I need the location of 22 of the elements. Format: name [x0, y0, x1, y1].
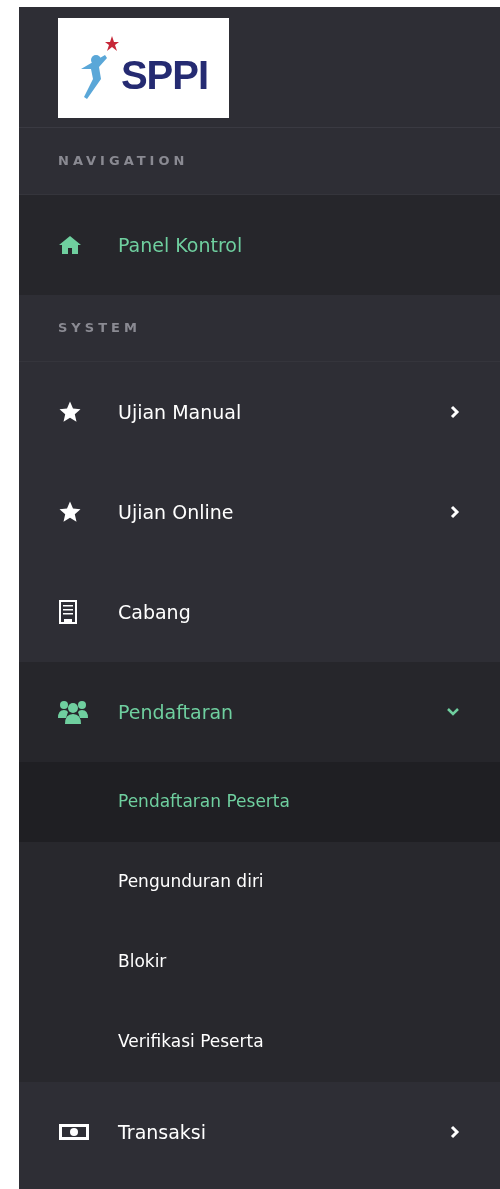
- logo-text: SPPI: [120, 55, 209, 95]
- menu-label: Ujian Online: [118, 499, 235, 525]
- chevron-down-icon: [446, 707, 460, 717]
- submenu-item[interactable]: Pendaftaran Peserta: [19, 762, 500, 842]
- money-icon: [58, 1122, 90, 1142]
- menu-item[interactable]: Pendaftaran: [19, 662, 500, 762]
- section-heading: SYSTEM: [58, 319, 141, 338]
- star-icon: [58, 500, 82, 524]
- menu-label: Transaksi: [118, 1119, 208, 1145]
- menu-item[interactable]: Panel Kontrol: [19, 195, 500, 295]
- section-heading: NAVIGATION: [58, 152, 189, 171]
- menu-label: Ujian Manual: [118, 399, 243, 425]
- star-icon: [58, 400, 82, 424]
- users-icon: [58, 699, 88, 725]
- menu-label: Panel Kontrol: [118, 232, 244, 258]
- menu-label: Pendaftaran: [118, 699, 235, 725]
- chevron-right-icon: [450, 505, 460, 519]
- chevron-right-icon: [450, 1125, 460, 1139]
- home-icon: [58, 235, 82, 255]
- menu-label: Cabang: [118, 599, 192, 625]
- building-icon: [58, 599, 78, 625]
- chevron-right-icon: [450, 405, 460, 419]
